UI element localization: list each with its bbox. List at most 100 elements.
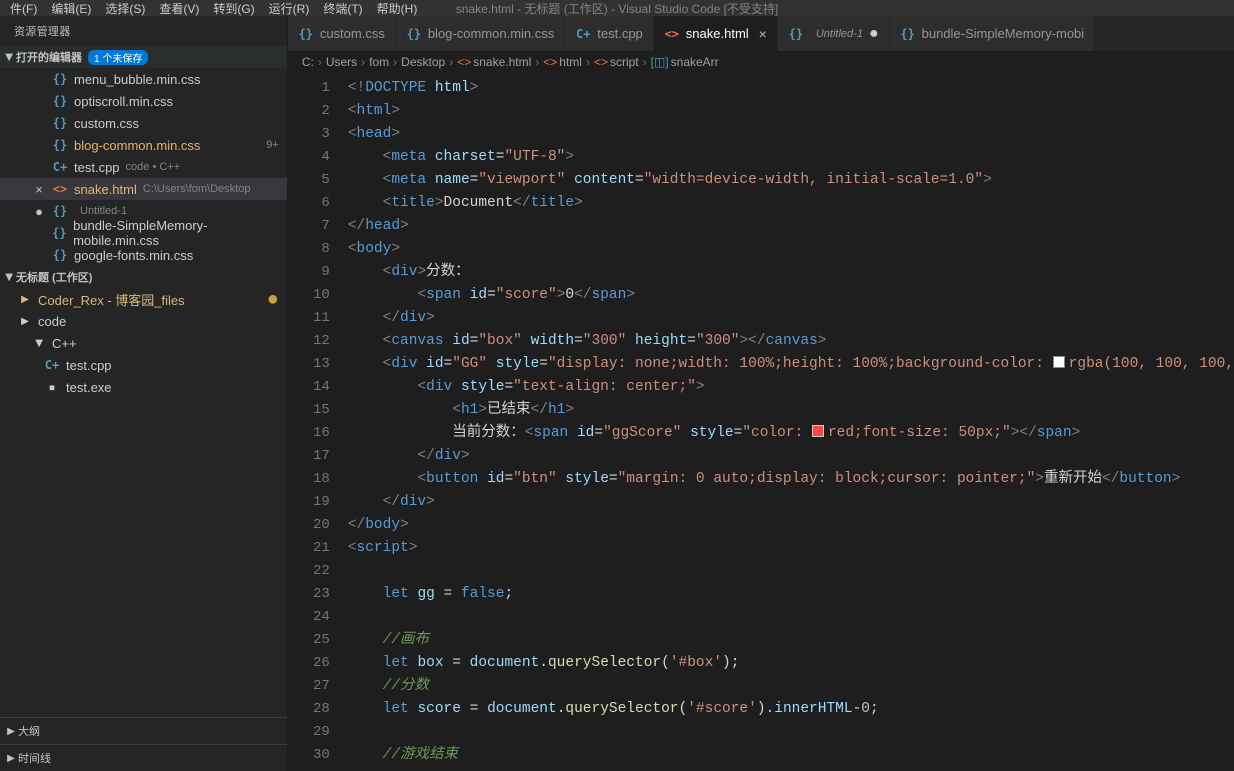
file-name: menu_bubble.min.css <box>74 72 200 87</box>
file-item[interactable]: ▪ test.exe <box>0 376 287 398</box>
open-editor-item[interactable]: C+ test.cpp code • C++ <box>0 156 287 178</box>
chevron-right-icon: › <box>586 55 590 69</box>
editor-tab[interactable]: {}Untitled-1● <box>778 16 890 51</box>
chevron-icon: ▶ <box>34 336 45 350</box>
tab-label: test.cpp <box>597 26 643 41</box>
file-name: custom.css <box>74 116 139 131</box>
file-type-icon: C+ <box>52 160 68 174</box>
editor-tab[interactable]: {}bundle-SimpleMemory-mobi <box>890 16 1096 51</box>
crumb-item[interactable]: Users <box>326 55 357 69</box>
menu-item[interactable]: 运行(R) <box>269 2 310 16</box>
file-name: snake.html <box>74 182 137 197</box>
item-label: C++ <box>52 336 77 351</box>
file-desc: code • C++ <box>126 161 181 173</box>
unsaved-badge: 1 个未保存 <box>88 50 148 65</box>
chevron-right-icon: › <box>393 55 397 69</box>
crumb-icon: <> <box>594 55 608 69</box>
file-type-icon: {} <box>52 116 68 130</box>
chevron-right-icon: ▶ <box>4 753 18 764</box>
tab-label: bundle-SimpleMemory-mobi <box>922 26 1085 41</box>
file-name: google-fonts.min.css <box>74 248 193 263</box>
folder-item[interactable]: ▶ code <box>0 310 287 332</box>
crumb-icon: [◫] <box>651 55 669 69</box>
outline-panel[interactable]: ▶大纲 <box>0 717 287 744</box>
editor-tab[interactable]: {} blog-common.min.css <box>396 16 565 51</box>
crumb-item[interactable]: C: <box>302 55 314 69</box>
close-icon[interactable]: × <box>32 182 46 197</box>
chevron-right-icon: ▶ <box>4 726 18 737</box>
menu-item[interactable]: 编辑(E) <box>51 2 91 16</box>
open-editor-item[interactable]: {} custom.css <box>0 112 287 134</box>
editor-tab[interactable]: {} custom.css <box>288 16 396 51</box>
file-type-icon: <> <box>664 27 680 41</box>
editor-tab[interactable]: C+ test.cpp <box>565 16 654 51</box>
chevron-icon: ▶ <box>18 294 32 305</box>
crumb-icon: <> <box>543 55 557 69</box>
menu-item[interactable]: 查看(V) <box>159 2 199 16</box>
editor-area: {} custom.css {} blog-common.min.css C+ test.… <box>288 16 1234 771</box>
file-type-icon: {} <box>788 27 804 41</box>
editor-tab[interactable]: <> snake.html × <box>654 16 778 51</box>
crumb-item[interactable]: [◫]snakeArr <box>651 55 719 69</box>
item-label: test.exe <box>66 380 112 395</box>
timeline-panel[interactable]: ▶时间线 <box>0 744 287 771</box>
chevron-right-icon: › <box>643 55 647 69</box>
file-item[interactable]: C+test.cpp <box>0 354 287 376</box>
sidebar: 资源管理器 ▶ 打开的编辑器 1 个未保存 {} menu_bubble.min.… <box>0 16 288 771</box>
file-type-icon: <> <box>52 182 68 196</box>
file-type-icon: {} <box>52 138 68 152</box>
open-editor-item[interactable]: {}bundle-SimpleMemory-mobile.min.css <box>0 222 287 244</box>
workspace-header[interactable]: ▶ 无标题 (工作区) <box>0 266 287 288</box>
file-name: bundle-SimpleMemory-mobile.min.css <box>73 218 287 248</box>
file-type-icon: {} <box>298 27 314 41</box>
folder-item[interactable]: ▶Coder_Rex - 博客园_files● <box>0 288 287 310</box>
explorer-title: 资源管理器 <box>0 16 287 46</box>
file-type-icon: {} <box>52 204 68 218</box>
open-editor-item[interactable]: {} optiscroll.min.css <box>0 90 287 112</box>
crumb-icon: <> <box>457 55 471 69</box>
modified-count: 9+ <box>266 139 279 151</box>
code-editor[interactable]: <!DOCTYPE html><html><head> <meta charse… <box>348 73 1234 771</box>
file-type-icon: {} <box>406 27 422 41</box>
folder-item[interactable]: ▶ C++ <box>0 332 287 354</box>
close-icon[interactable]: × <box>759 26 767 42</box>
open-editors-header[interactable]: ▶ 打开的编辑器 1 个未保存 <box>0 46 287 68</box>
chevron-right-icon: › <box>318 55 322 69</box>
chevron-right-icon: › <box>361 55 365 69</box>
tab-label: snake.html <box>686 26 749 41</box>
menu-item[interactable]: 转到(G) <box>213 2 254 16</box>
open-editor-item[interactable]: {} menu_bubble.min.css <box>0 68 287 90</box>
chevron-down-icon: ▶ <box>4 50 15 64</box>
crumb-item[interactable]: <>script <box>594 55 639 69</box>
menu-item[interactable]: 选择(S) <box>105 2 145 16</box>
file-type-icon: ▪ <box>44 380 60 394</box>
file-type-icon: C+ <box>575 27 591 41</box>
item-label: Coder_Rex - 博客园_files <box>38 290 185 309</box>
file-name: test.cpp <box>74 160 120 175</box>
file-type-icon: {} <box>52 72 68 86</box>
crumb-item[interactable]: <>snake.html <box>457 55 531 69</box>
file-desc: Untitled-1 <box>80 205 127 217</box>
menu-item[interactable]: 终端(T) <box>323 2 362 16</box>
line-numbers: 1234567891011121314151617181920212223242… <box>288 73 348 771</box>
chevron-icon: ▶ <box>18 316 32 327</box>
chevron-down-icon: ▶ <box>4 270 15 284</box>
crumb-item[interactable]: <>html <box>543 55 582 69</box>
item-label: test.cpp <box>66 358 112 373</box>
item-label: code <box>38 314 66 329</box>
tab-label: blog-common.min.css <box>428 26 554 41</box>
crumb-item[interactable]: fom <box>369 55 389 69</box>
file-name: optiscroll.min.css <box>74 94 173 109</box>
chevron-right-icon: › <box>535 55 539 69</box>
file-desc: C:\Users\fom\Desktop <box>143 183 251 195</box>
open-editor-item[interactable]: × <> snake.html C:\Users\fom\Desktop <box>0 178 287 200</box>
file-type-icon: {} <box>52 94 68 108</box>
menu-item[interactable]: 帮助(H) <box>377 2 418 16</box>
breadcrumb[interactable]: C: › Users › fom › Desktop › <>snake.html › <>html… <box>288 51 1234 73</box>
file-type-icon: {} <box>52 248 68 262</box>
menu-item[interactable]: 件(F) <box>10 2 37 16</box>
crumb-item[interactable]: Desktop <box>401 55 445 69</box>
open-editor-item[interactable]: {}blog-common.min.css9+ <box>0 134 287 156</box>
tab-label: custom.css <box>320 26 385 41</box>
file-type-icon: {} <box>52 226 68 240</box>
